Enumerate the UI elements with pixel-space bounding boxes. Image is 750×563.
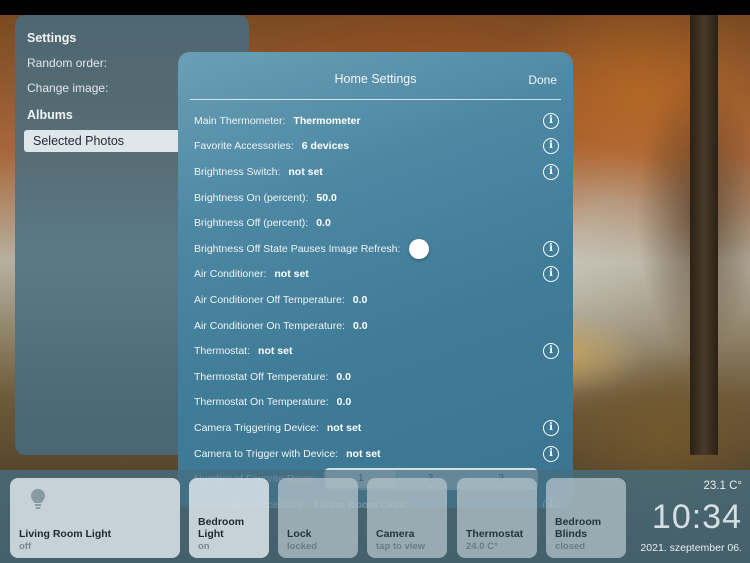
- row-value: not set: [274, 268, 309, 280]
- row-value: 0.0: [316, 217, 331, 229]
- row-value: 0.0: [352, 320, 368, 332]
- info-icon[interactable]: i: [543, 343, 559, 359]
- lightbulb-icon: [31, 489, 45, 509]
- albums-heading: Albums: [27, 108, 73, 122]
- row-label: Thermostat Off Temperature:: [194, 371, 329, 383]
- setting-row-camera-to-trigger[interactable]: Camera to Trigger with Device: not set i: [194, 445, 559, 463]
- info-icon[interactable]: i: [543, 164, 559, 180]
- tile-state: off: [19, 541, 32, 552]
- tile-state: on: [198, 541, 210, 552]
- date-readout: 2021. szeptember 06.: [640, 542, 742, 554]
- row-value: 50.0: [316, 192, 337, 204]
- change-image-setting[interactable]: Change image:: [27, 81, 108, 95]
- info-icon[interactable]: i: [543, 241, 559, 257]
- info-icon[interactable]: i: [543, 113, 559, 129]
- row-label: Brightness Off (percent):: [194, 217, 309, 229]
- done-button[interactable]: Done: [528, 73, 557, 87]
- info-icon[interactable]: i: [543, 138, 559, 154]
- info-icon[interactable]: i: [543, 420, 559, 436]
- setting-row-brightness-off[interactable]: Brightness Off (percent): 0.0: [194, 214, 559, 232]
- random-order-setting[interactable]: Random order:: [27, 56, 107, 70]
- tile-camera[interactable]: Camera tap to view: [367, 478, 447, 558]
- row-label: Camera Triggering Device:: [194, 422, 319, 434]
- info-icon[interactable]: i: [543, 446, 559, 462]
- row-label: Thermostat:: [194, 345, 251, 357]
- tile-lock[interactable]: Lock locked: [278, 478, 358, 558]
- tile-name: Thermostat: [466, 528, 524, 540]
- time-readout: 10:34: [651, 498, 742, 536]
- tile-state: 24.0 C°: [466, 541, 498, 552]
- background-tree: [690, 15, 718, 455]
- tile-name: Camera: [376, 528, 415, 540]
- setting-row-thermostat-on-temp[interactable]: Thermostat On Temperature: 0.0: [194, 393, 559, 411]
- row-label: Brightness Switch:: [194, 166, 281, 178]
- info-icon[interactable]: i: [543, 266, 559, 282]
- setting-row-ac-on-temp[interactable]: Air Conditioner On Temperature: 0.0: [194, 317, 559, 335]
- setting-row-brightness-on[interactable]: Brightness On (percent): 50.0: [194, 189, 559, 207]
- row-label: Air Conditioner Off Temperature:: [194, 294, 345, 306]
- tile-state: locked: [287, 541, 318, 552]
- row-value: 0.0: [352, 294, 368, 306]
- tile-thermostat[interactable]: Thermostat 24.0 C°: [457, 478, 537, 558]
- tile-living-room-light[interactable]: Living Room Light off: [10, 478, 180, 558]
- row-label: Main Thermometer:: [194, 115, 286, 127]
- tile-bedroom-light[interactable]: Bedroom Light on: [189, 478, 269, 558]
- temperature-readout: 23.1 C°: [703, 480, 742, 492]
- row-value: 0.0: [336, 371, 352, 383]
- settings-heading: Settings: [27, 31, 77, 45]
- tile-name: Bedroom Light: [198, 516, 245, 540]
- home-settings-dialog: Home Settings Done Main Thermometer: The…: [178, 52, 573, 508]
- tile-name: Lock: [287, 528, 312, 540]
- setting-row-pause-image-refresh: Brightness Off State Pauses Image Refres…: [194, 239, 559, 259]
- setting-row-thermostat-off-temp[interactable]: Thermostat Off Temperature: 0.0: [194, 368, 559, 386]
- clock-widget: 23.1 C° 10:34 2021. szeptember 06.: [622, 478, 742, 558]
- row-label: Brightness On (percent):: [194, 192, 309, 204]
- pause-refresh-toggle[interactable]: [409, 239, 429, 259]
- tile-bedroom-blinds[interactable]: Bedroom Blinds closed: [546, 478, 626, 558]
- setting-row-thermostat[interactable]: Thermostat: not set i: [194, 342, 559, 360]
- setting-row-main-thermometer[interactable]: Main Thermometer: Thermometer i: [194, 112, 559, 130]
- row-value: not set: [288, 166, 323, 178]
- row-label: Camera to Trigger with Device:: [194, 448, 339, 460]
- row-label: Favorite Accessories:: [194, 140, 294, 152]
- setting-row-favorite-accessories[interactable]: Favorite Accessories: 6 devices i: [194, 137, 559, 155]
- row-value: Thermometer: [293, 115, 361, 127]
- row-label: Air Conditioner:: [194, 268, 267, 280]
- tile-state: tap to view: [376, 541, 426, 552]
- album-selected-photos[interactable]: Selected Photos: [24, 130, 184, 152]
- row-label: Air Conditioner On Temperature:: [194, 320, 345, 332]
- row-value: not set: [346, 448, 381, 460]
- row-label: Thermostat On Temperature:: [194, 396, 329, 408]
- row-value: not set: [326, 422, 362, 434]
- row-value: 6 devices: [301, 140, 350, 152]
- tile-name: Bedroom Blinds: [555, 516, 602, 540]
- row-label: Brightness Off State Pauses Image Refres…: [194, 243, 401, 255]
- tile-state: closed: [555, 541, 586, 552]
- dialog-title: Home Settings: [334, 72, 417, 86]
- divider: [190, 99, 561, 100]
- row-value: 0.0: [336, 396, 352, 408]
- setting-row-ac-off-temp[interactable]: Air Conditioner Off Temperature: 0.0: [194, 291, 559, 309]
- setting-row-air-conditioner[interactable]: Air Conditioner: not set i: [194, 265, 559, 283]
- tile-name: Living Room Light: [19, 528, 112, 540]
- setting-row-camera-trigger-device[interactable]: Camera Triggering Device: not set i: [194, 419, 559, 437]
- row-value: not set: [258, 345, 293, 357]
- setting-row-brightness-switch[interactable]: Brightness Switch: not set i: [194, 163, 559, 181]
